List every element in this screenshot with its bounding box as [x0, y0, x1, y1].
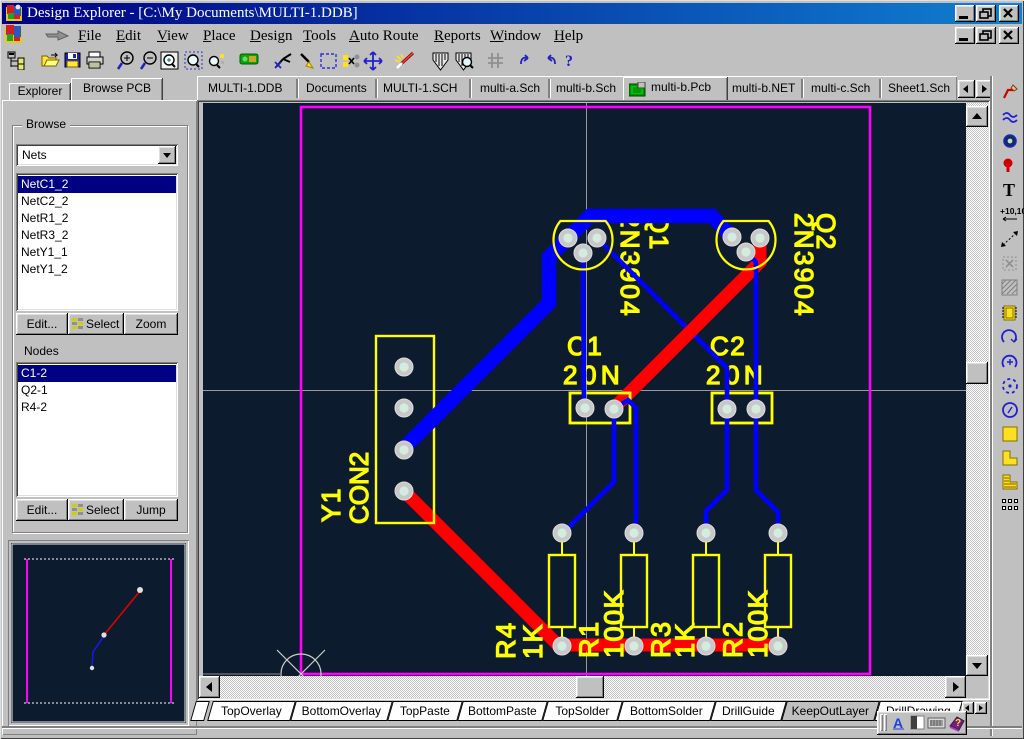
svg-text:Y1: Y1 [316, 487, 346, 522]
svg-text:100K: 100K [599, 589, 629, 658]
svg-text:2N3904: 2N3904 [615, 213, 645, 318]
svg-text:R4: R4 [491, 621, 521, 659]
svg-text:2N3904: 2N3904 [789, 213, 819, 318]
svg-text:1K: 1K [518, 623, 548, 659]
svg-text:100K: 100K [743, 589, 773, 658]
svg-text:?: ? [955, 718, 961, 729]
svg-text:?: ? [565, 53, 573, 70]
svg-text:1K: 1K [670, 622, 700, 658]
svg-text:T: T [1003, 180, 1015, 200]
svg-text:+10,10: +10,10 [1000, 206, 1024, 216]
svg-text:CON2: CON2 [344, 452, 374, 524]
svg-text:20N: 20N [563, 360, 624, 390]
